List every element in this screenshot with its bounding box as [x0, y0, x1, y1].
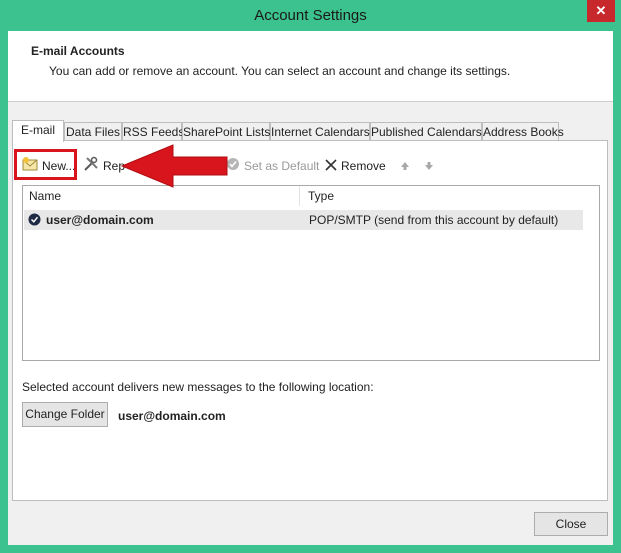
account-settings-window: Account Settings ✕ E-mail Accounts You c… — [0, 0, 621, 553]
red-arrow-icon — [120, 144, 228, 188]
tab-email[interactable]: E-mail — [12, 120, 64, 142]
annotation-arrow-overlay — [120, 144, 228, 188]
